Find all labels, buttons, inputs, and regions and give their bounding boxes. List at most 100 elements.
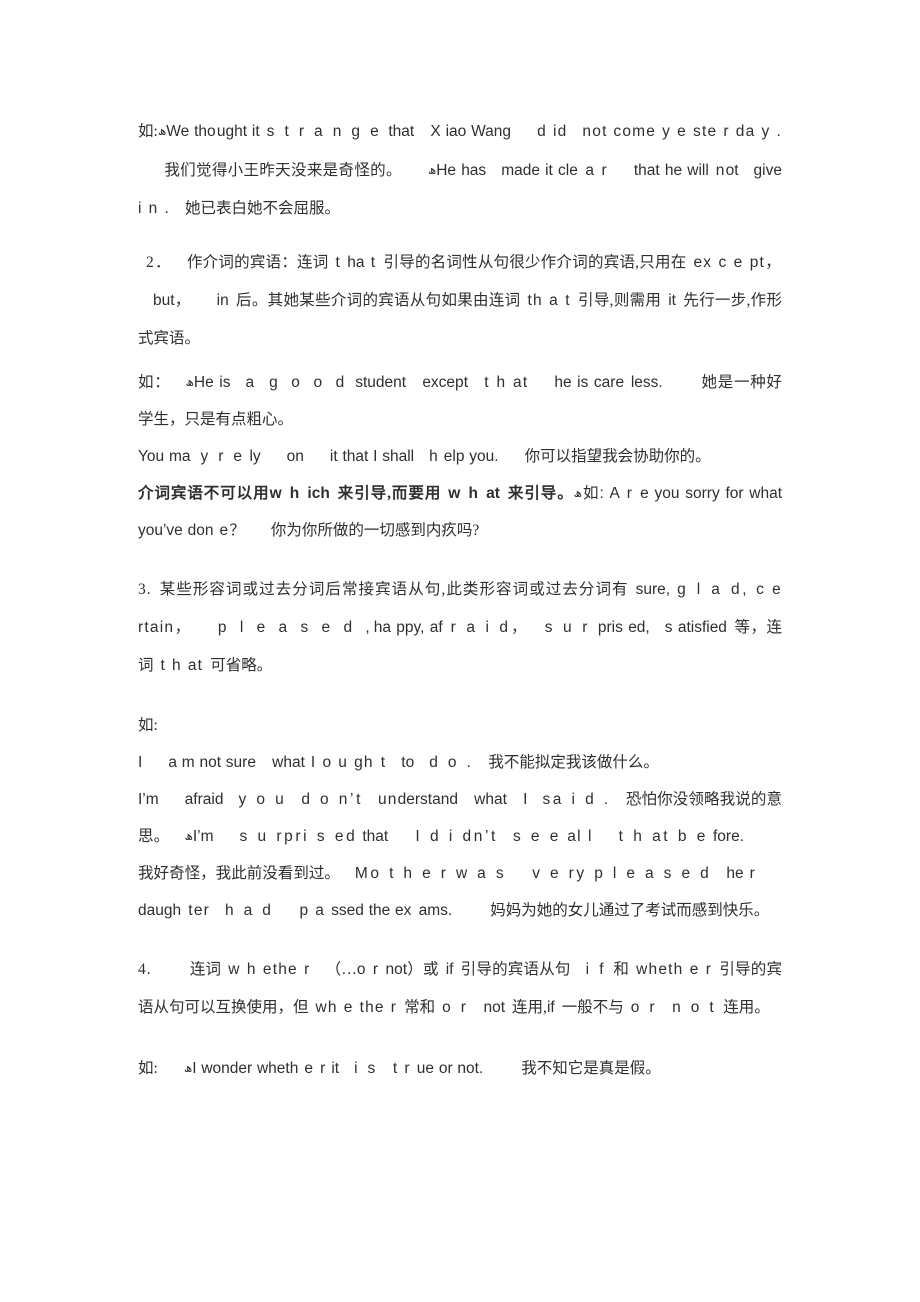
text-run: v e ry p l e a s e d — [532, 865, 712, 882]
document-page: 如:ھWe thought it s t r a n g e that X iao W… — [0, 0, 920, 1302]
text-run: s u rpri s ed — [239, 828, 358, 845]
text-run: ue or not. — [416, 1060, 484, 1077]
text-run: t — [463, 374, 470, 391]
text-run: un — [377, 791, 398, 808]
text-run: ex c e pt， — [693, 254, 782, 271]
text-run: 妈妈为她的女儿通过了考试而感到快乐。 — [490, 902, 770, 919]
text-run: sa i d . — [542, 791, 611, 808]
text-run: 作介词的宾语：连词 — [186, 254, 329, 271]
text-run: Mo t h e r w a s — [354, 865, 507, 882]
text-run: d — [449, 791, 460, 808]
text-run: 你为你所做的一切感到内疚吗? — [270, 522, 480, 539]
paragraph-example-sure: Ia m not sure what I o u gh t to d o . 我不能拟定我… — [138, 744, 782, 781]
text-run: not — [385, 961, 408, 978]
text-run: 和 — [613, 961, 630, 978]
text-run: it — [668, 292, 676, 309]
text-run: r — [297, 961, 311, 978]
text-run: s atisfied — [664, 619, 727, 636]
text-run: t h at — [160, 657, 204, 674]
text-run: r — [619, 485, 641, 502]
paragraph-example-rely: You ma y r e ly on it that I shall h elp yo… — [138, 438, 782, 475]
text-run: I’m — [192, 828, 214, 845]
paragraph-item-3: 3. 某些形容词或过去分词后常接宾语从句,此类形容词或过去分词有 sure, g l … — [138, 571, 782, 685]
text-run: x — [403, 902, 419, 919]
text-run: r — [743, 865, 756, 882]
text-run: it — [326, 1060, 340, 1077]
text-run: g l a d, — [677, 581, 750, 598]
text-run: sure, — [635, 581, 671, 598]
text-run: h a d — [225, 902, 274, 919]
text-run: give — [753, 162, 782, 179]
text-run: t — [502, 791, 509, 808]
text-run: t — [335, 254, 348, 271]
text-run: We th — [166, 123, 208, 140]
text-run: p l e a s e d , — [217, 619, 374, 636]
text-run: 如： — [138, 374, 171, 391]
text-run: t h at b e — [618, 828, 708, 845]
text-run: ught it — [216, 123, 260, 140]
paragraph-example-intro: 如: — [138, 707, 782, 744]
text-run: ot — [725, 162, 739, 179]
text-run: not — [483, 999, 506, 1016]
text-run: t — [364, 254, 377, 271]
text-run: t r — [392, 1060, 417, 1077]
text-run: g o o d — [269, 374, 349, 391]
text-run: what — [272, 754, 305, 771]
text-run: 如: — [138, 1060, 158, 1077]
text-run: 连词 — [189, 961, 222, 978]
text-run: e r — [298, 1060, 327, 1077]
text-run: no — [582, 123, 603, 140]
text-run: w h — [448, 485, 487, 502]
text-run: s e e — [512, 828, 562, 845]
text-run: ich — [307, 485, 330, 502]
text-run: 常和 — [404, 999, 436, 1016]
text-run: ha — [347, 254, 365, 271]
text-run: I’m — [138, 791, 159, 808]
text-run: wha — [474, 791, 503, 808]
text-run: fore. — [707, 828, 745, 845]
text-run: e — [247, 754, 258, 771]
text-run: made it cl — [501, 162, 570, 179]
text-run: 可省略。 — [210, 657, 273, 674]
paragraph-example-afraid: I’m afraid y o ud o n’t understand what Isa i… — [138, 781, 782, 929]
text-run: I d i dn’t — [415, 828, 498, 845]
text-run: daug — [138, 902, 173, 919]
text-run: He has — [436, 162, 487, 179]
example-marker-icon: ھ — [184, 829, 193, 843]
text-run: 引导的名词性从句很少作介词的宾语,只用在 — [383, 254, 687, 271]
text-run: s t r a n g e — [266, 123, 382, 140]
text-run: 某些形容词或过去分词后常接宾语从句,此类形容词或过去分词有 — [158, 581, 629, 598]
text-run: e a r — [569, 162, 608, 179]
text-run: he — [726, 865, 744, 882]
text-run: studen — [355, 374, 402, 391]
text-run: h — [429, 448, 439, 465]
text-run: t — [383, 828, 390, 845]
text-run: You m — [138, 448, 182, 465]
text-run: 连用。 — [723, 999, 770, 1016]
text-run: d o n’t — [301, 791, 363, 808]
text-run: t — [380, 754, 387, 771]
item-number: 3. — [138, 581, 152, 598]
text-run: ssed the e — [331, 902, 404, 919]
text-run: I — [138, 754, 143, 771]
text-run: th a t — [527, 292, 571, 309]
paragraph-example-wonder: 如: ھI wonder wheth e r it i s t r ue or not… — [138, 1049, 782, 1088]
text-run: 我不能拟定我该做什么。 — [488, 754, 659, 771]
text-run: 你可以指望我会协助你的。 — [524, 448, 711, 465]
text-run: that he will — [633, 162, 709, 179]
text-run: 如: — [138, 123, 158, 140]
text-run: s u r — [544, 619, 598, 636]
text-run: o r — [630, 999, 658, 1016]
text-run: t — [409, 123, 416, 140]
text-run: （… — [325, 961, 357, 978]
item-number: 2． — [146, 254, 172, 271]
text-run: tha — [357, 828, 384, 845]
text-run: n — [715, 162, 726, 179]
text-run: at — [486, 485, 500, 502]
text-run: I wonder wheth — [192, 1060, 299, 1077]
text-run: wh e the r — [315, 999, 398, 1016]
text-run: I — [523, 791, 528, 808]
